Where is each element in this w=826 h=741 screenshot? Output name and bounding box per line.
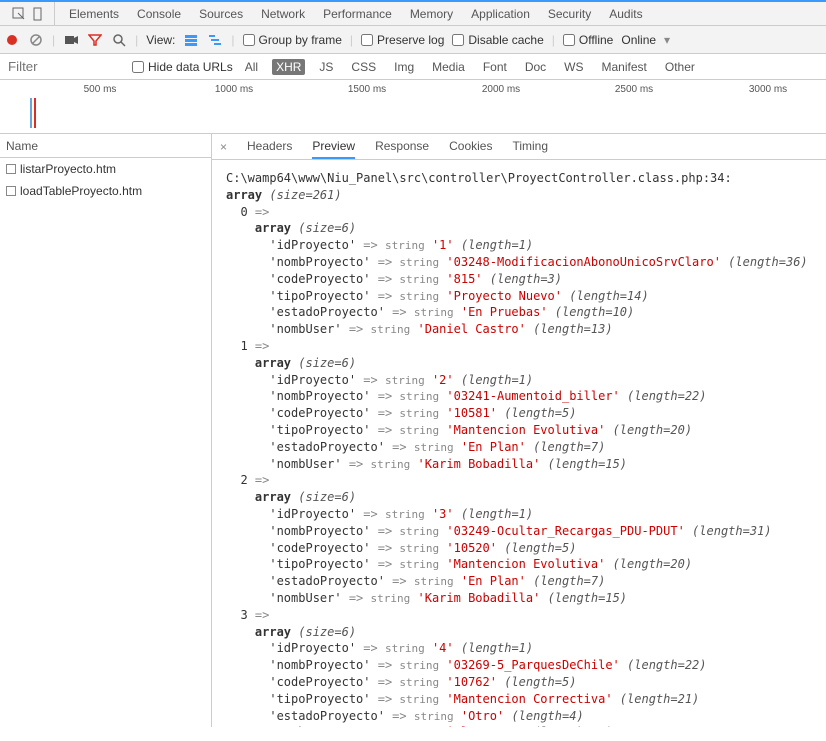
device-icon[interactable] (32, 7, 46, 21)
main-tab-security[interactable]: Security (548, 7, 591, 21)
clear-icon[interactable] (28, 32, 44, 48)
file-name: listarProyecto.htm (20, 162, 116, 176)
main-tab-console[interactable]: Console (137, 7, 181, 21)
detail-tabs: × Headers Preview Response Cookies Timing (212, 134, 826, 160)
timeline-tick: 1500 ms (348, 84, 386, 95)
waterfall-icon[interactable] (207, 32, 223, 48)
detail-tab-preview[interactable]: Preview (312, 135, 355, 159)
preserve-log-check[interactable]: Preserve log (361, 33, 444, 47)
request-list: Name listarProyecto.htm loadTableProyecto… (0, 134, 212, 727)
record-icon[interactable] (4, 32, 20, 48)
view-label: View: (146, 33, 175, 47)
filter-type-js[interactable]: JS (315, 59, 337, 75)
hide-data-urls-check[interactable]: Hide data URLs (132, 60, 233, 74)
column-name[interactable]: Name (0, 134, 211, 158)
devtools-topbar: Elements Console Sources Network Performance… (0, 0, 826, 26)
main-tab-memory[interactable]: Memory (410, 7, 453, 21)
filter-type-all[interactable]: All (241, 59, 262, 75)
filter-type-ws[interactable]: WS (560, 59, 587, 75)
timeline-tick: 2000 ms (482, 84, 520, 95)
main-tabs: Elements Console Sources Network Performance… (55, 2, 657, 25)
timeline-tick: 500 ms (84, 84, 117, 95)
detail-tab-cookies[interactable]: Cookies (449, 135, 492, 159)
filter-type-font[interactable]: Font (479, 59, 511, 75)
camera-icon[interactable] (63, 32, 79, 48)
main-tab-sources[interactable]: Sources (199, 7, 243, 21)
search-icon[interactable] (111, 32, 127, 48)
filter-bar: Hide data URLs All XHR JS CSS Img Media Font Do… (0, 54, 826, 80)
main-tab-elements[interactable]: Elements (69, 7, 119, 21)
file-name: loadTableProyecto.htm (20, 184, 142, 198)
timeline-tick: 3000 ms (749, 84, 787, 95)
detail-tab-timing[interactable]: Timing (512, 135, 548, 159)
offline-check[interactable]: Offline (563, 33, 613, 47)
request-row[interactable]: loadTableProyecto.htm (0, 180, 211, 202)
timeline[interactable]: 500 ms 1000 ms 1500 ms 2000 ms 2500 ms 3000 m… (0, 80, 826, 134)
group-by-frame-check[interactable]: Group by frame (243, 33, 342, 47)
filter-icon[interactable] (87, 32, 103, 48)
timeline-tick: 1000 ms (215, 84, 253, 95)
disable-cache-check[interactable]: Disable cache (452, 33, 543, 47)
filter-input[interactable] (4, 57, 124, 76)
throttling-select[interactable]: Online (621, 33, 656, 47)
large-rows-icon[interactable] (183, 32, 199, 48)
file-icon (6, 164, 16, 174)
filter-type-xhr[interactable]: XHR (272, 59, 305, 75)
close-icon[interactable]: × (220, 140, 227, 154)
detail-tab-response[interactable]: Response (375, 135, 429, 159)
filter-type-css[interactable]: CSS (347, 59, 380, 75)
filter-type-manifest[interactable]: Manifest (598, 59, 651, 75)
network-toolbar: | | View: | Group by frame | Preserve lo… (0, 26, 826, 54)
file-icon (6, 186, 16, 196)
main-tab-audits[interactable]: Audits (609, 7, 642, 21)
preview-content[interactable]: C:\wamp64\www\Niu_Panel\src\controller\P… (212, 160, 826, 727)
main-tab-network[interactable]: Network (261, 7, 305, 21)
filter-type-doc[interactable]: Doc (521, 59, 550, 75)
filter-type-media[interactable]: Media (428, 59, 469, 75)
main-tab-performance[interactable]: Performance (323, 7, 392, 21)
main-tab-application[interactable]: Application (471, 7, 530, 21)
filter-type-img[interactable]: Img (390, 59, 418, 75)
filter-types: All XHR JS CSS Img Media Font Doc WS Manifest Othe… (241, 59, 699, 75)
timeline-tick: 2500 ms (615, 84, 653, 95)
filter-type-other[interactable]: Other (661, 59, 699, 75)
detail-tab-headers[interactable]: Headers (247, 135, 292, 159)
chevron-down-icon[interactable]: ▾ (664, 33, 670, 47)
request-row[interactable]: listarProyecto.htm (0, 158, 211, 180)
inspect-icon[interactable] (12, 7, 26, 21)
detail-panel: × Headers Preview Response Cookies Timing C:… (212, 134, 826, 727)
